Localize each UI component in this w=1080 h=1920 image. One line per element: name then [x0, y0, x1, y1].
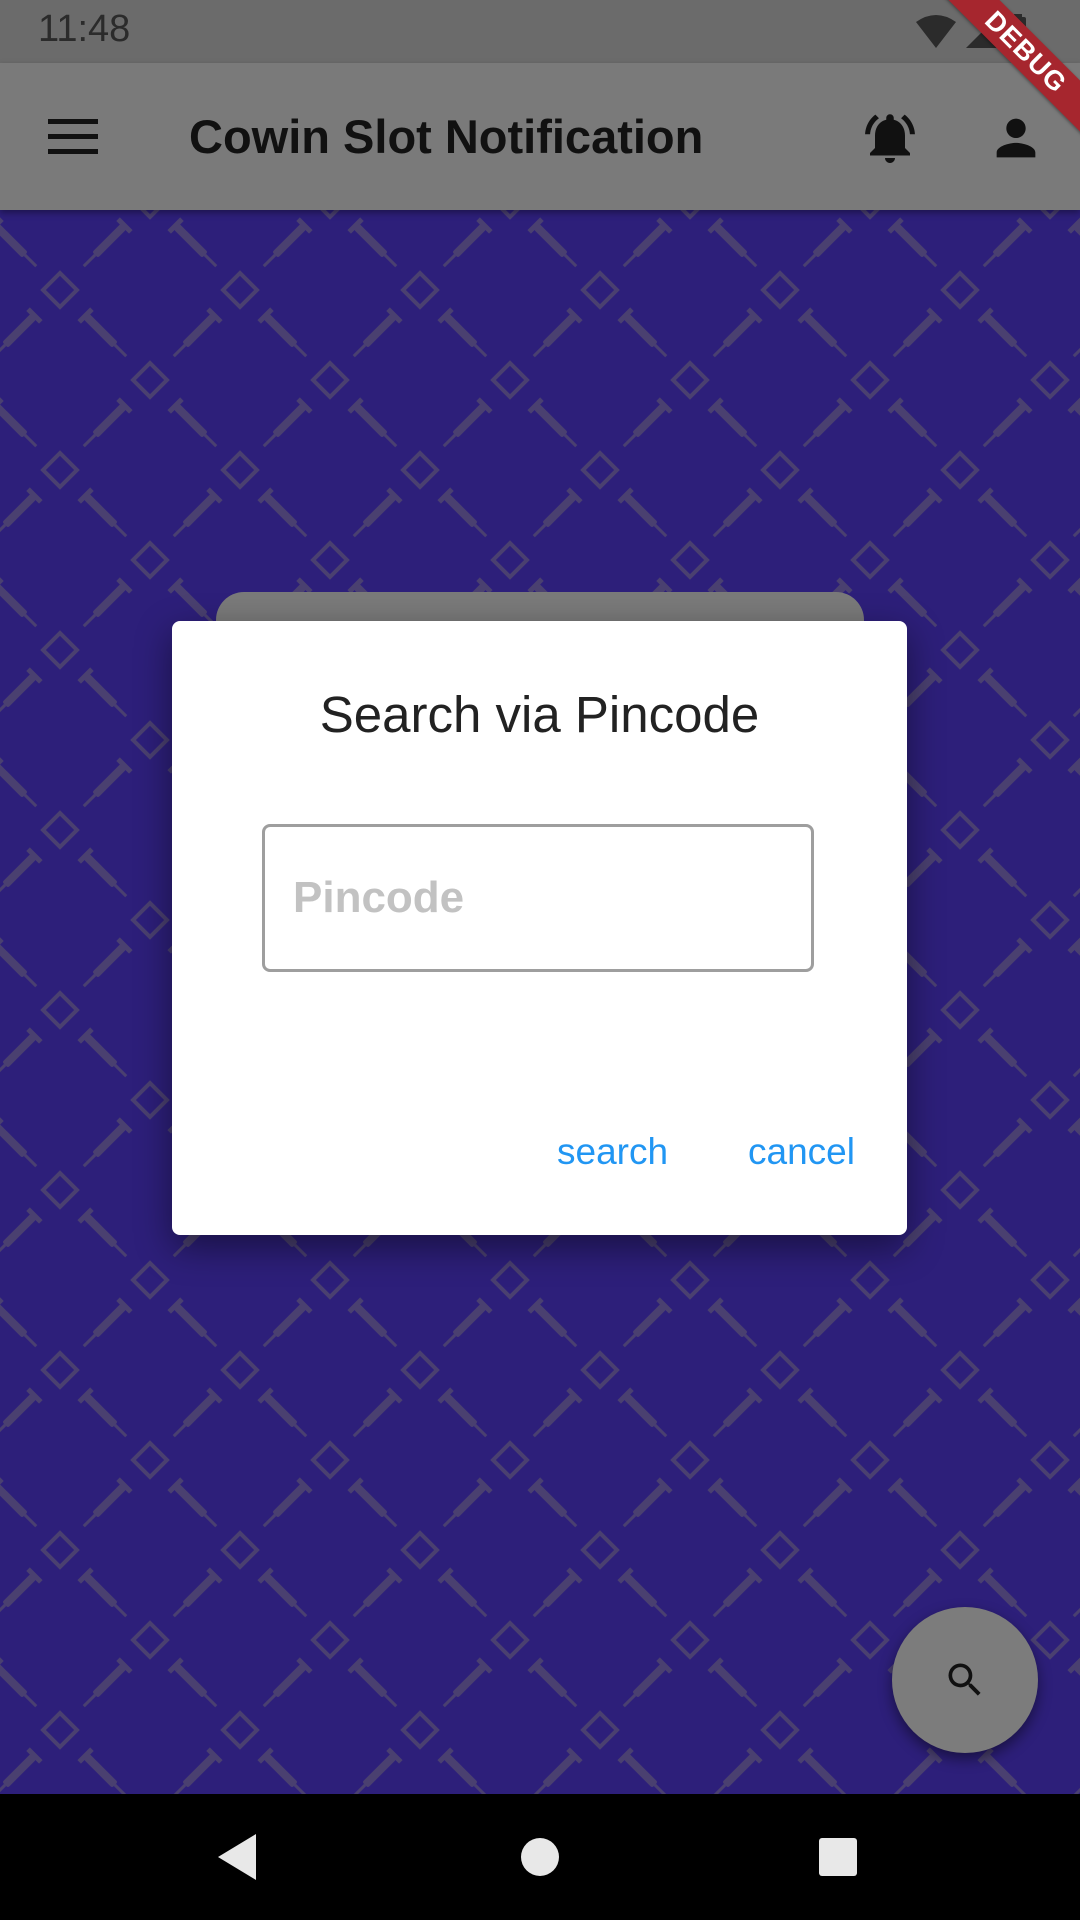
- notifications-button[interactable]: [858, 106, 922, 170]
- status-bar: 11:48: [0, 0, 1080, 63]
- search-fab[interactable]: [892, 1607, 1038, 1753]
- menu-icon: [48, 119, 98, 154]
- notification-bell-icon: [865, 114, 915, 163]
- search-icon: [948, 1663, 981, 1696]
- search-button[interactable]: search: [547, 1123, 678, 1181]
- nav-home-button[interactable]: [507, 1824, 573, 1890]
- pincode-search-dialog: Search via Pincode search cancel: [172, 621, 907, 1235]
- navigation-bar: [0, 1794, 1080, 1920]
- back-icon: [218, 1834, 256, 1880]
- app-screen: 11:48 Cowin Slot Notification DEBUG Sear…: [0, 0, 1080, 1920]
- account-button[interactable]: [984, 106, 1048, 170]
- nav-recents-button[interactable]: [805, 1824, 871, 1890]
- menu-button[interactable]: [38, 108, 108, 166]
- dialog-title: Search via Pincode: [319, 686, 760, 743]
- app-bar: Cowin Slot Notification: [0, 63, 1080, 210]
- wifi-icon: [916, 15, 956, 48]
- nav-back-button[interactable]: [205, 1824, 271, 1890]
- app-title: Cowin Slot Notification: [189, 110, 704, 163]
- recents-icon: [819, 1838, 857, 1876]
- cancel-button[interactable]: cancel: [738, 1123, 865, 1181]
- home-icon: [521, 1838, 559, 1876]
- pincode-input[interactable]: [262, 824, 814, 972]
- status-time: 11:48: [38, 8, 131, 50]
- account-icon: [996, 118, 1036, 158]
